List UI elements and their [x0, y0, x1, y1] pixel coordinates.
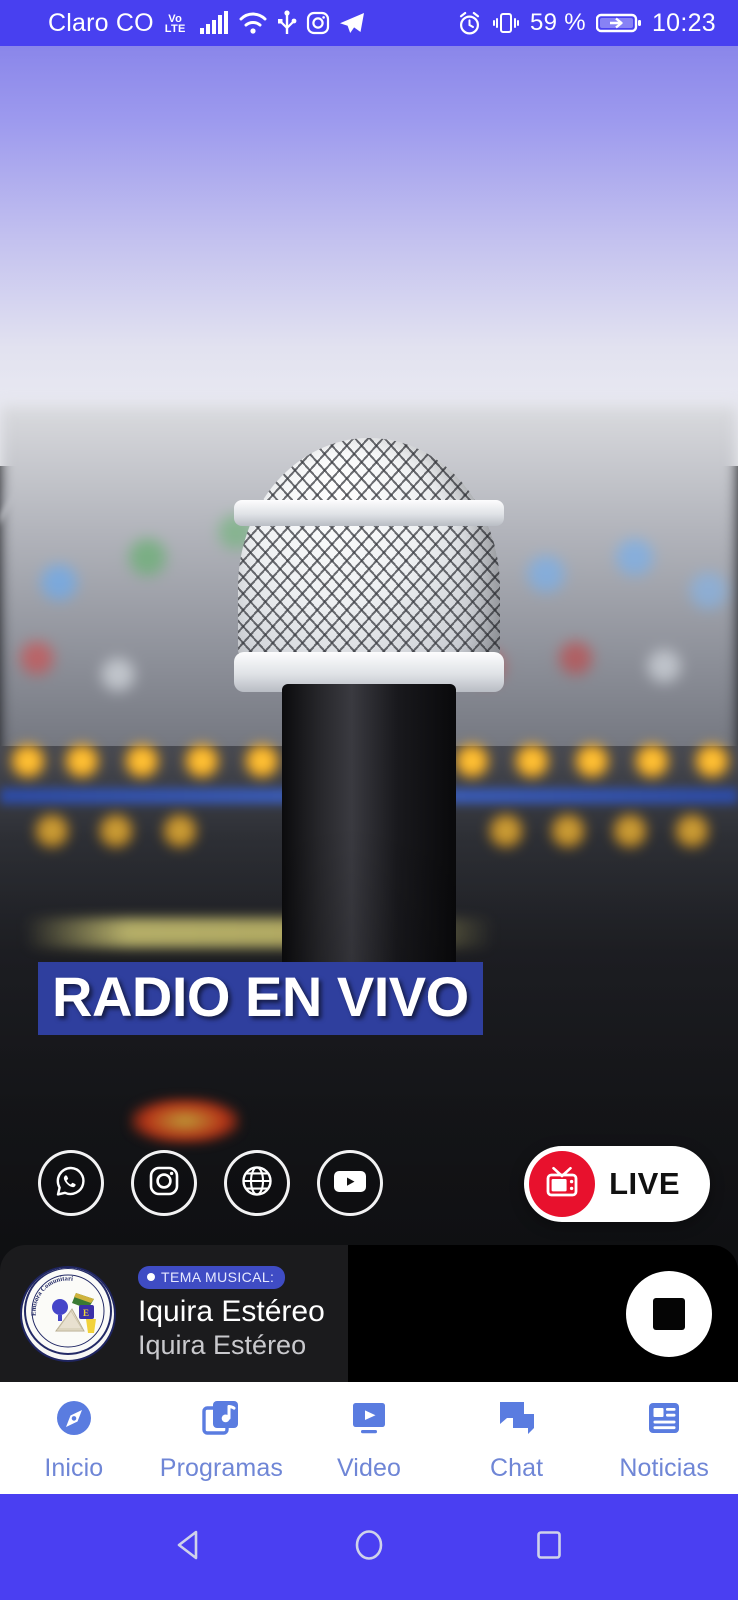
now-playing-bar: Emisora Comunitaria 93.1 FM E — [0, 1245, 738, 1382]
carrier-label: Claro CO — [48, 8, 154, 37]
bottom-navigation: Inicio Programas Video Chat Noticias — [0, 1382, 738, 1494]
wifi-icon — [238, 11, 268, 35]
music-library-icon — [197, 1394, 245, 1447]
page-title: RADIO EN VIVO — [52, 965, 469, 1028]
battery-percent-label: 59 % — [530, 9, 586, 36]
hero-banner: RADIO EN VIVO LIVE — [0, 46, 738, 1382]
vibrate-icon — [492, 11, 520, 35]
nav-item-video[interactable]: Video — [295, 1394, 443, 1483]
globe-icon — [239, 1163, 275, 1204]
video-play-icon — [345, 1394, 393, 1447]
status-badge: TEMA MUSICAL: — [138, 1266, 286, 1290]
square-recents-icon — [529, 1525, 569, 1570]
volte-indicator: Vo LTE — [164, 13, 186, 35]
nav-label-inicio: Inicio — [44, 1453, 104, 1482]
status-bar-left: Claro CO Vo LTE — [48, 9, 365, 38]
nav-label-chat: Chat — [489, 1453, 544, 1482]
nav-item-chat[interactable]: Chat — [443, 1394, 591, 1483]
status-bar: Claro CO Vo LTE 59 % 10:23 — [0, 0, 738, 46]
circle-home-icon — [349, 1525, 389, 1570]
badge-label: TEMA MUSICAL: — [161, 1269, 275, 1286]
live-button[interactable]: LIVE — [524, 1146, 710, 1222]
nav-item-inicio[interactable]: Inicio — [0, 1394, 148, 1483]
volte-bottom: LTE — [164, 23, 186, 35]
system-recents-button[interactable] — [529, 1525, 569, 1570]
social-link-whatsapp[interactable] — [38, 1150, 104, 1216]
status-bar-right: 59 % 10:23 — [457, 9, 716, 38]
alarm-icon — [457, 11, 482, 36]
now-playing-title: Iquira Estéreo — [138, 1295, 325, 1329]
battery-charging-icon — [595, 11, 642, 35]
app-screen: Claro CO Vo LTE 59 % 10:23 RADIO EN VIVO… — [0, 0, 738, 1600]
nav-item-programas[interactable]: Programas — [148, 1394, 296, 1483]
system-navigation-bar — [0, 1494, 738, 1600]
system-home-button[interactable] — [349, 1525, 389, 1570]
youtube-icon — [331, 1166, 369, 1201]
social-link-youtube[interactable] — [317, 1150, 383, 1216]
social-links — [38, 1150, 383, 1216]
instagram-icon — [147, 1164, 181, 1203]
avatar: Emisora Comunitaria 93.1 FM E — [20, 1265, 116, 1362]
signal-bars-icon — [199, 11, 229, 35]
live-label: LIVE — [609, 1166, 680, 1201]
telegram-icon — [339, 11, 365, 35]
station-logo-icon: Emisora Comunitaria 93.1 FM E — [22, 1267, 114, 1360]
nav-label-video: Video — [336, 1453, 401, 1482]
system-back-button[interactable] — [169, 1525, 209, 1570]
whatsapp-icon — [54, 1164, 88, 1203]
now-playing-subtitle: Iquira Estéreo — [138, 1329, 307, 1360]
now-playing-meta: TEMA MUSICAL: Iquira Estéreo Iquira Esté… — [138, 1266, 325, 1361]
news-article-icon — [640, 1394, 688, 1447]
chat-bubbles-icon — [493, 1394, 541, 1447]
clock-label: 10:23 — [651, 8, 716, 37]
nav-item-noticias[interactable]: Noticias — [590, 1394, 738, 1483]
triangle-back-icon — [169, 1525, 209, 1570]
instagram-icon — [306, 11, 330, 35]
hero-title-band: RADIO EN VIVO — [38, 962, 483, 1036]
svg-text:E: E — [83, 1308, 89, 1318]
live-icon-circle — [529, 1151, 596, 1217]
social-link-instagram[interactable] — [131, 1150, 197, 1216]
social-link-website[interactable] — [224, 1150, 290, 1216]
usb-icon — [277, 10, 297, 36]
nav-label-programas: Programas — [159, 1453, 283, 1482]
badge-dot-icon — [147, 1273, 155, 1282]
tv-icon — [543, 1164, 581, 1205]
stop-button[interactable] — [626, 1270, 712, 1357]
nav-label-noticias: Noticias — [619, 1453, 710, 1482]
compass-icon — [50, 1394, 98, 1447]
stop-icon — [653, 1297, 685, 1330]
